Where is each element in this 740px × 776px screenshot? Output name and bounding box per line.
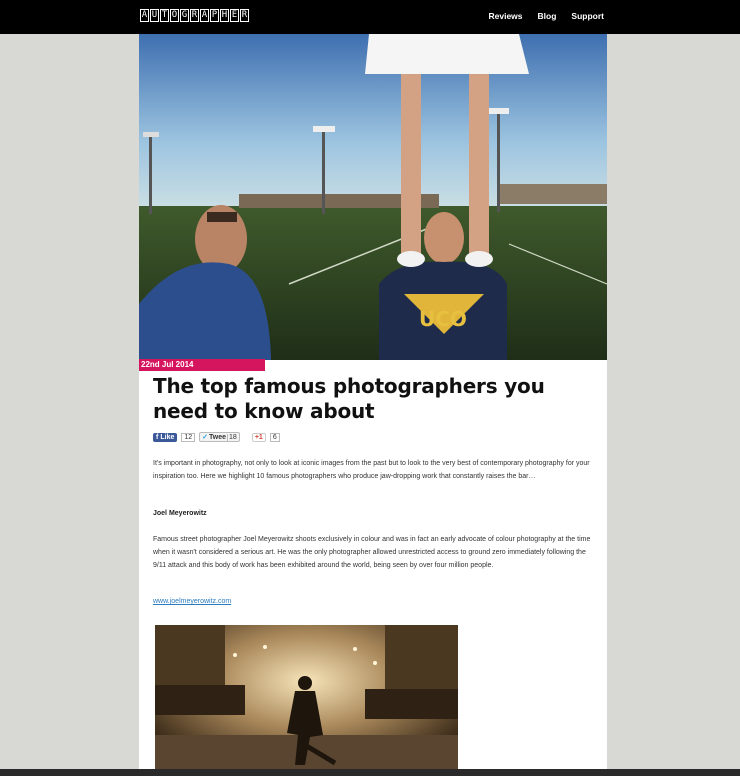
main-nav: Reviews Blog Support (489, 11, 605, 21)
like-label: Like (160, 433, 175, 441)
joel-meyerowitz-link[interactable]: www.joelmeyerowitz.com (153, 596, 593, 609)
social-share-bar: f Like 12 ✓ Twee 18 +1 6 (153, 432, 280, 442)
logo-letter: U (150, 9, 159, 22)
joel-meyerowitz-paragraph: Famous street photographer Joel Meyerowi… (153, 536, 591, 569)
tweet-button[interactable]: ✓ Twee 18 (199, 432, 240, 442)
google-plus-button[interactable]: +1 (251, 432, 266, 442)
logo-letter: R (190, 9, 199, 22)
logo-letter: R (240, 9, 249, 22)
logo-letter: A (200, 9, 209, 22)
facebook-like-button[interactable]: f Like (153, 432, 178, 442)
browser-bottom-edge (0, 769, 740, 776)
top-navigation-bar: AUTOGRAPHER Reviews Blog Support (0, 0, 740, 34)
nav-reviews[interactable]: Reviews (489, 11, 523, 21)
nav-support[interactable]: Support (571, 11, 604, 21)
hero-photo: UCO (139, 34, 607, 360)
sepia-photo (155, 625, 458, 776)
tweet-count: 18 (227, 433, 237, 441)
section-heading-joel-meyerowitz: Joel Meyerowitz (153, 510, 207, 517)
logo-letter: O (170, 9, 179, 22)
article-title: The top famous photographers you need to… (153, 374, 545, 423)
hero-image-cheerleaders: UCO (139, 34, 607, 360)
plus-count: 6 (269, 432, 280, 442)
intro-paragraph: It's important in photography, not only … (153, 460, 590, 480)
logo-letter: A (140, 9, 149, 22)
logo-letter: T (160, 9, 169, 22)
twitter-bird-icon: ✓ (202, 434, 209, 441)
tweet-label: Twee (209, 433, 227, 441)
jersey-letters: UCO (419, 307, 467, 331)
logo-letter: G (180, 9, 189, 22)
article-column: UCO 22nd Jul 2014 The top famous photogr… (139, 34, 607, 776)
like-count: 12 (181, 432, 196, 442)
nav-blog[interactable]: Blog (538, 11, 557, 21)
logo-letter: H (220, 9, 229, 22)
autographer-logo[interactable]: AUTOGRAPHER (140, 9, 249, 22)
logo-letter: P (210, 9, 219, 22)
times-square-sepia-photo (155, 625, 458, 776)
facebook-icon: f (156, 433, 159, 441)
logo-letter: E (230, 9, 239, 22)
date-badge: 22nd Jul 2014 (139, 359, 265, 371)
